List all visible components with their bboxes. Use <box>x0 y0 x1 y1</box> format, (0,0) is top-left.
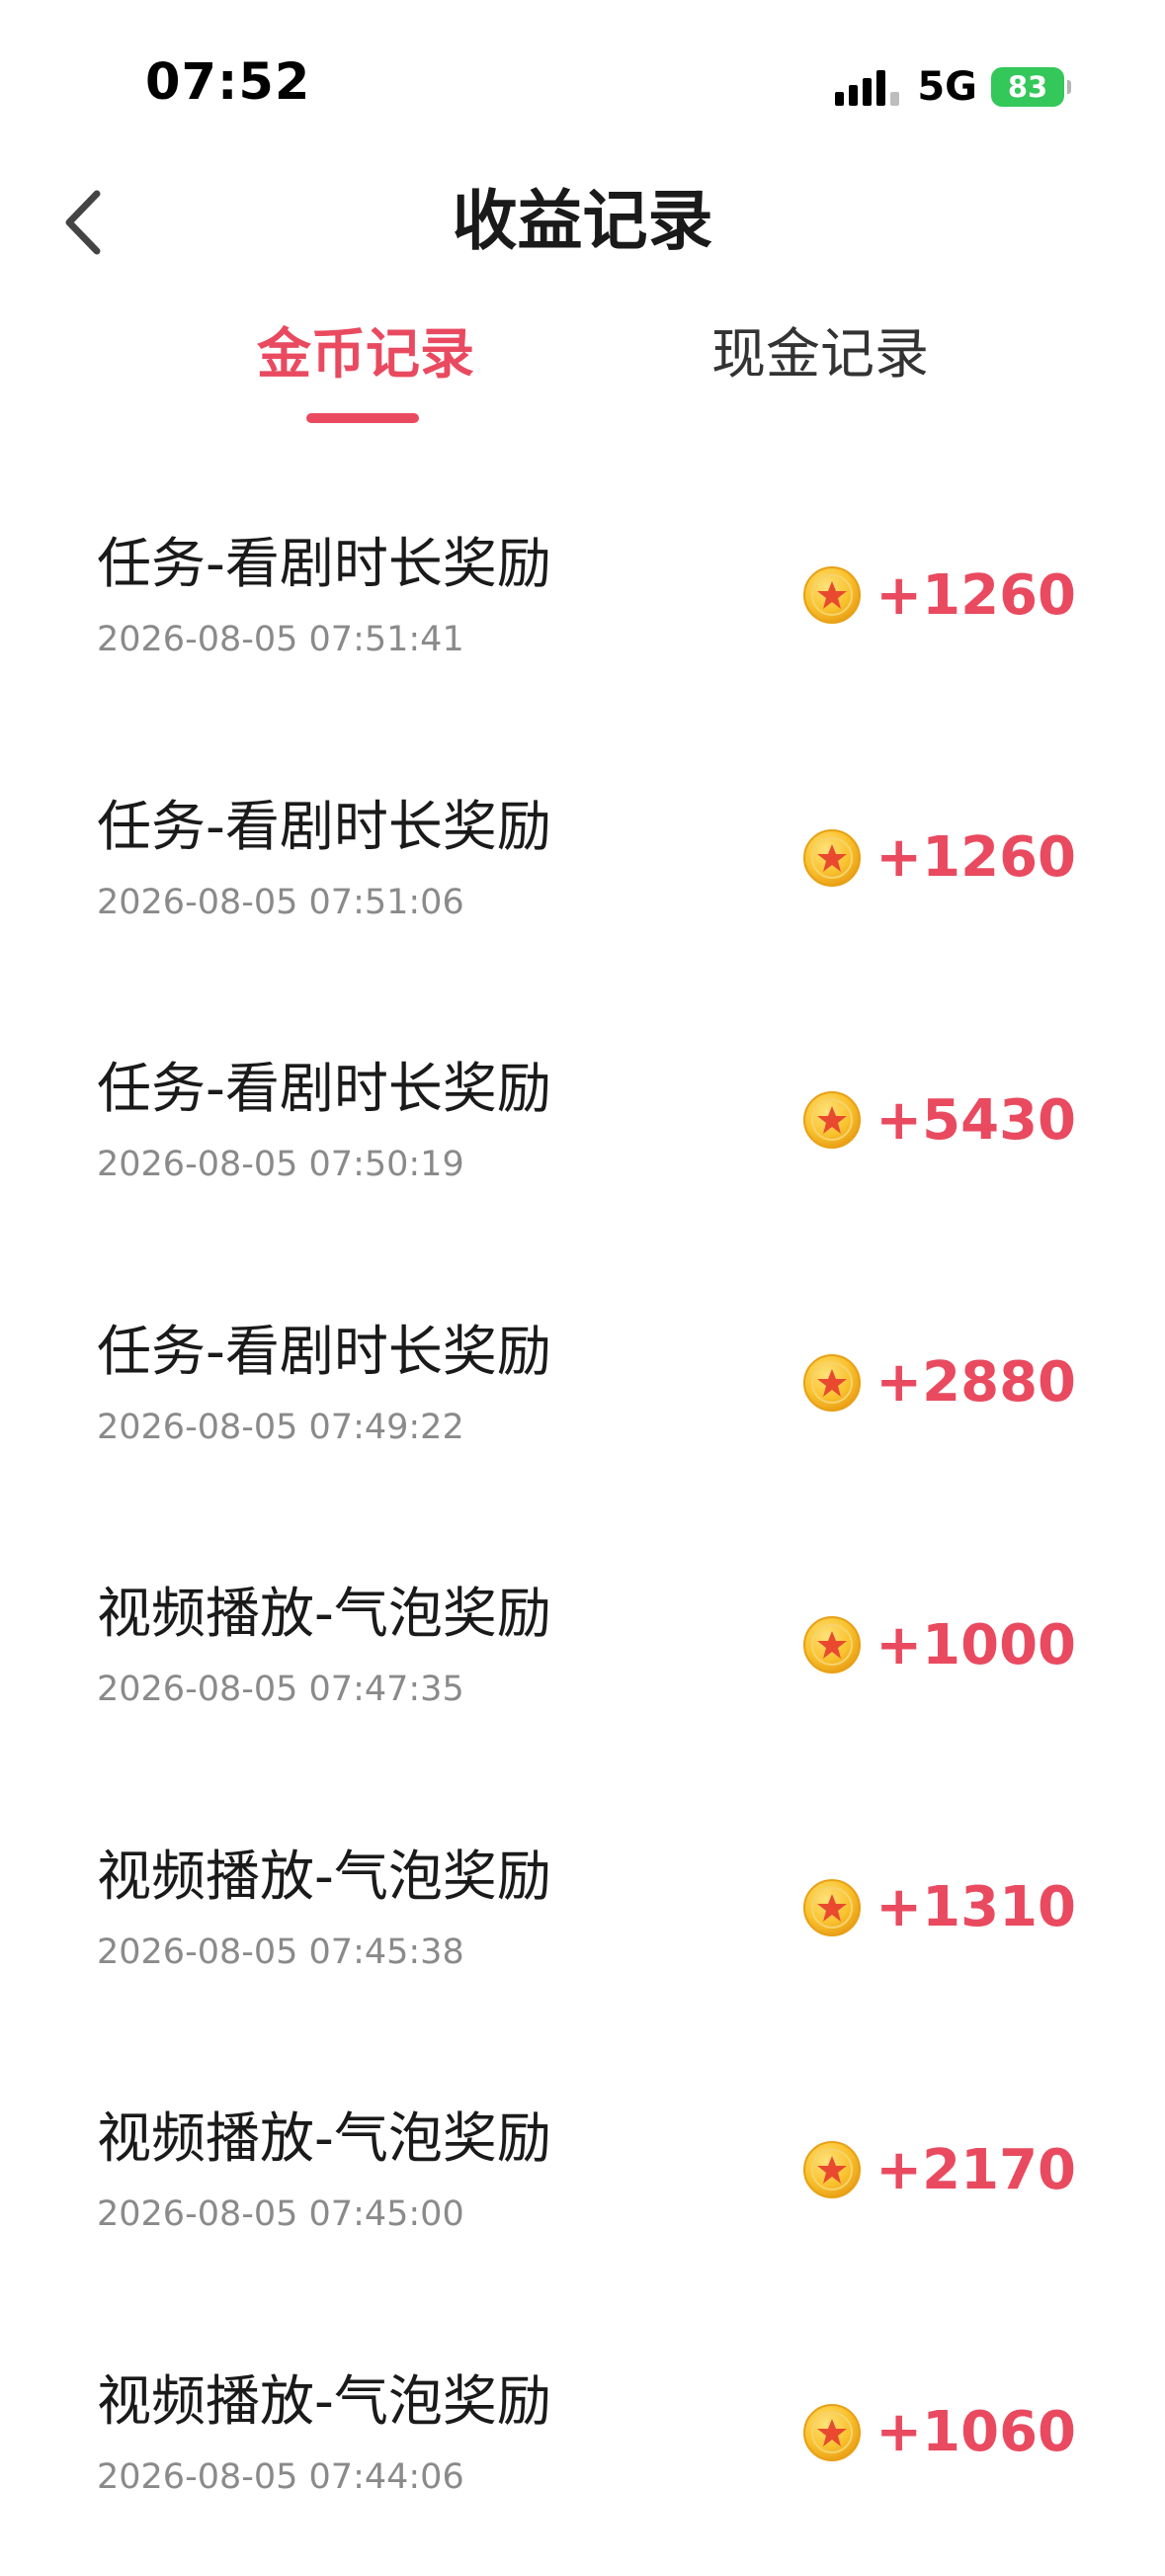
record-time: 2026-08-05 07:49:22 <box>97 1403 464 1452</box>
gold-coin-icon <box>802 2403 862 2462</box>
record-amount: +1260 <box>875 825 1076 890</box>
network-type: 5G <box>917 64 977 110</box>
record-reward: +1310 <box>802 1873 1076 1942</box>
gold-coin-icon <box>802 1090 862 1150</box>
record-reward: +5430 <box>802 1085 1076 1155</box>
status-time: 07:52 <box>145 53 310 112</box>
record-amount: +5430 <box>875 1088 1076 1153</box>
record-time: 2026-08-05 07:45:00 <box>97 2190 464 2239</box>
record-row: 任务-看剧时长奖励 2026-08-05 07:50:19 +5430 <box>0 1001 1165 1264</box>
record-time: 2026-08-05 07:47:35 <box>97 1665 464 1714</box>
record-row: 任务-看剧时长奖励 2026-08-05 07:49:22 +2880 <box>0 1264 1165 1527</box>
battery-charging-icon: 83 <box>991 67 1064 107</box>
active-tab-indicator <box>306 413 419 423</box>
record-time: 2026-08-05 07:50:19 <box>97 1140 464 1189</box>
record-list: 任务-看剧时长奖励2026-08-05 07:51:41+1260任务-看剧时长… <box>0 476 1165 2576</box>
gold-coin-icon <box>802 1353 862 1413</box>
record-row: 视频播放-气泡奖励 2026-08-05 07:44:06 +1060 <box>0 2314 1165 2576</box>
gold-coin-icon <box>802 2140 862 2199</box>
record-reward: +1060 <box>802 2398 1076 2467</box>
record-title: 视频播放-气泡奖励 <box>97 2361 551 2441</box>
record-reward: +1260 <box>802 560 1076 630</box>
record-title: 任务-看剧时长奖励 <box>97 1049 551 1128</box>
record-time: 2026-08-05 07:45:38 <box>97 1928 464 1977</box>
gold-coin-icon <box>802 1878 862 1937</box>
record-title: 视频播放-气泡奖励 <box>97 1574 551 1653</box>
record-row: 视频播放-气泡奖励 2026-08-05 07:47:35 +1000 <box>0 1526 1165 1789</box>
record-row: 任务-看剧时长奖励 2026-08-05 07:51:41 +1260 <box>0 476 1165 739</box>
record-reward: +1260 <box>802 823 1076 893</box>
gold-coin-icon <box>802 828 862 888</box>
record-title: 视频播放-气泡奖励 <box>97 2099 551 2178</box>
tab-coin-records[interactable]: 金币记录 <box>217 314 514 393</box>
record-reward: +2880 <box>802 1348 1076 1417</box>
tab-cash-records[interactable]: 现金记录 <box>672 314 968 393</box>
record-title: 任务-看剧时长奖励 <box>97 1312 551 1391</box>
page-title: 收益记录 <box>0 174 1165 269</box>
gold-coin-icon <box>802 1615 862 1674</box>
record-reward: +2170 <box>802 2135 1076 2204</box>
gold-coin-icon <box>802 565 862 625</box>
record-amount: +2880 <box>875 1350 1076 1415</box>
record-reward: +1000 <box>802 1610 1076 1679</box>
record-time: 2026-08-05 07:51:06 <box>97 878 464 927</box>
cellular-signal-icon <box>835 68 899 106</box>
record-amount: +2170 <box>875 2138 1076 2202</box>
record-amount: +1310 <box>875 1875 1076 1939</box>
record-row: 视频播放-气泡奖励 2026-08-05 07:45:00 +2170 <box>0 2051 1165 2314</box>
status-bar: 07:52 5G 83 <box>0 0 1165 148</box>
record-time: 2026-08-05 07:51:41 <box>97 615 464 664</box>
record-amount: +1000 <box>875 1613 1076 1677</box>
record-title: 任务-看剧时长奖励 <box>97 524 551 603</box>
record-title: 任务-看剧时长奖励 <box>97 787 551 866</box>
record-row: 任务-看剧时长奖励 2026-08-05 07:51:06 +1260 <box>0 739 1165 1002</box>
record-amount: +1060 <box>875 2400 1076 2464</box>
record-title: 视频播放-气泡奖励 <box>97 1837 551 1916</box>
record-row: 视频播放-气泡奖励 2026-08-05 07:45:38 +1310 <box>0 1789 1165 2052</box>
record-time: 2026-08-05 07:44:06 <box>97 2452 464 2502</box>
battery-level: 83 <box>1008 70 1047 104</box>
record-amount: +1260 <box>875 563 1076 628</box>
status-indicators: 5G 83 <box>835 65 1064 109</box>
